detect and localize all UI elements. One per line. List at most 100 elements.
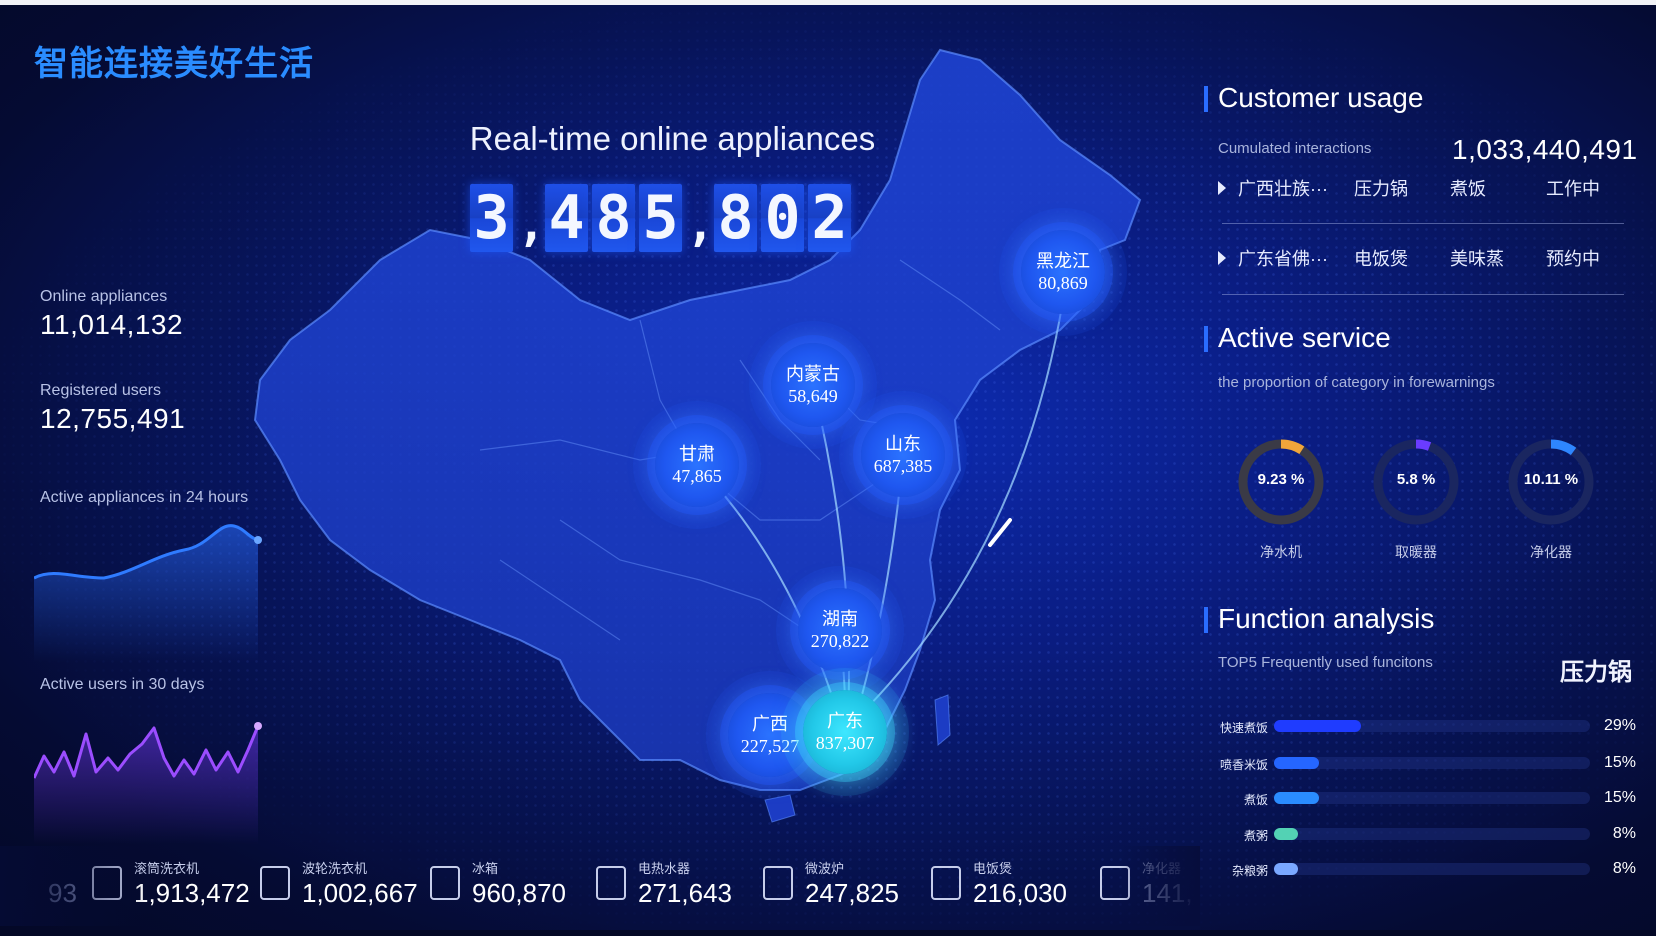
- function-bar-percent: 15%: [1603, 789, 1636, 806]
- registered-users-stat: Registered users 12,755,491: [40, 382, 185, 435]
- counter-digit: 5: [639, 184, 682, 252]
- province-bubble-gansu[interactable]: 甘肃 47,865: [655, 423, 739, 507]
- active-service-title: Active service: [1204, 322, 1391, 354]
- province-bubble-hunan[interactable]: 湖南 270,822: [798, 588, 882, 672]
- usage-status: 预约中: [1546, 249, 1600, 269]
- function-top-item: 压力锅: [1560, 659, 1632, 686]
- function-bar-percent: 8%: [1612, 860, 1636, 877]
- appliance-name: 波轮洗衣机: [302, 861, 368, 876]
- function-analysis-subtitle: TOP5 Frequently used funcitons: [1218, 654, 1433, 671]
- province-value: 58,649: [788, 385, 838, 406]
- online-appliances-value: 11,014,132: [40, 309, 184, 340]
- caret-right-icon: [1218, 251, 1226, 265]
- online-counter: 3,485,802: [470, 182, 851, 252]
- appliance-count: 216,030: [973, 878, 1067, 908]
- top-loader-icon: [260, 866, 290, 900]
- appliance-count: 1,002,667: [302, 878, 418, 908]
- counter-digit: 0: [761, 184, 804, 252]
- usage-status: 工作中: [1546, 179, 1600, 199]
- usage-mode: 煮饭: [1450, 179, 1486, 199]
- function-bar-fill: [1274, 757, 1320, 769]
- fridge-icon: [430, 866, 460, 900]
- dashboard-stage: 智能连接美好生活 Real-time online appliances 3,4…: [0, 0, 1656, 936]
- appliance-name: 冰箱: [472, 861, 499, 876]
- province-bubble-guangdong[interactable]: 广东 837,307: [803, 690, 887, 774]
- function-bar-track: [1274, 863, 1590, 875]
- province-value: 47,865: [672, 465, 722, 486]
- counter-separator: ,: [517, 196, 546, 252]
- taiwan-island: [934, 694, 951, 747]
- function-bar-label: 喷香米饭: [1219, 758, 1268, 772]
- province-bubble-heilongjiang[interactable]: 黑龙江 80,869: [1021, 230, 1105, 314]
- province-bubble-neimenggu[interactable]: 内蒙古 58,649: [771, 343, 855, 427]
- usage-appliance: 压力锅: [1354, 179, 1408, 199]
- province-name: 甘肃: [679, 443, 715, 465]
- function-bar-row: 喷香米饭 15%: [1216, 752, 1636, 774]
- active30-label: Active users in 30 days: [40, 676, 205, 693]
- function-bar-row: 煮粥 8%: [1216, 823, 1636, 845]
- function-bar-track: [1274, 792, 1590, 804]
- province-value: 80,869: [1038, 272, 1088, 293]
- province-value: 270,822: [810, 630, 870, 651]
- province-name: 山东: [885, 433, 921, 455]
- microwave-icon: [763, 866, 793, 900]
- province-value: 687,385: [873, 455, 933, 476]
- donut-label: 净水机: [1260, 544, 1302, 560]
- appliance-name: 微波炉: [805, 861, 845, 876]
- usage-divider: [1222, 294, 1624, 295]
- registered-users-value: 12,755,491: [40, 403, 186, 434]
- function-bar-row: 杂粮粥 8%: [1216, 858, 1636, 880]
- active30-sparkline: [34, 722, 262, 844]
- top-edge: [0, 0, 1656, 5]
- function-bar-fill: [1274, 720, 1362, 732]
- rice-cooker-icon: [931, 866, 961, 900]
- function-bar-percent: 8%: [1612, 825, 1636, 842]
- function-bar-row: 煮饭 15%: [1216, 787, 1636, 809]
- function-bar-percent: 29%: [1603, 717, 1636, 734]
- donut-value: 5.8 %: [1396, 471, 1436, 488]
- donut-water-purifier: 9.23 % 净水机: [1226, 436, 1336, 562]
- active24-sparkline: [34, 524, 262, 662]
- water-heater-icon: [596, 866, 626, 900]
- active30-area: [34, 726, 258, 844]
- donut-label: 净化器: [1530, 544, 1572, 560]
- usage-row[interactable]: 广东省佛··· 电饭煲 美味蒸 预约中: [1218, 236, 1628, 280]
- province-name: 广西: [752, 713, 788, 735]
- province-name: 广东: [827, 710, 863, 732]
- province-name: 黑龙江: [1036, 250, 1090, 272]
- active-service-subtitle: the proportion of category in forewarnin…: [1218, 374, 1495, 391]
- function-bar-label: 煮粥: [1243, 829, 1268, 843]
- function-bar-percent: 15%: [1603, 754, 1636, 771]
- appliance-name: 电热水器: [638, 861, 691, 876]
- registered-users-label: Registered users: [40, 382, 161, 399]
- usage-region: 广东省佛···: [1238, 249, 1328, 269]
- appliance-strip: 93 滚筒洗衣机1,913,472波轮洗衣机1,002,667冰箱960,870…: [0, 852, 1193, 922]
- province-bubble-guangxi[interactable]: 广西 227,527: [728, 693, 812, 777]
- appliance-count: 1,913,472: [134, 878, 250, 908]
- province-name: 内蒙古: [786, 363, 840, 385]
- usage-region: 广西壮族···: [1238, 179, 1328, 199]
- cumulated-label: Cumulated interactions: [1218, 140, 1372, 157]
- comet-head: [988, 518, 1012, 547]
- appliance-count: 960,870: [472, 878, 566, 908]
- function-bar-label: 煮饭: [1243, 793, 1268, 807]
- appliance-count: 271,643: [638, 878, 732, 908]
- function-bar-fill: [1274, 828, 1299, 840]
- bottom-edge: [0, 930, 1656, 936]
- counter-digit: 2: [808, 184, 851, 252]
- usage-mode: 美味蒸: [1450, 249, 1504, 269]
- province-value: 837,307: [815, 732, 875, 753]
- brand-title: 智能连接美好生活: [34, 44, 314, 84]
- donut-label: 取暖器: [1395, 544, 1437, 560]
- counter-separator: ,: [686, 196, 715, 252]
- active24-area: [34, 525, 258, 662]
- function-analysis-title: Function analysis: [1204, 603, 1434, 635]
- hainan-island: [764, 794, 796, 823]
- function-bar-track: [1274, 828, 1590, 840]
- online-appliances-stat: Online appliances 11,014,132: [40, 288, 183, 341]
- function-bar-track: [1274, 720, 1590, 732]
- active24-label: Active appliances in 24 hours: [40, 489, 249, 506]
- counter-digit: 3: [470, 184, 513, 252]
- province-bubble-shandong[interactable]: 山东 687,385: [861, 413, 945, 497]
- usage-row[interactable]: 广西壮族··· 压力锅 煮饭 工作中: [1218, 166, 1628, 210]
